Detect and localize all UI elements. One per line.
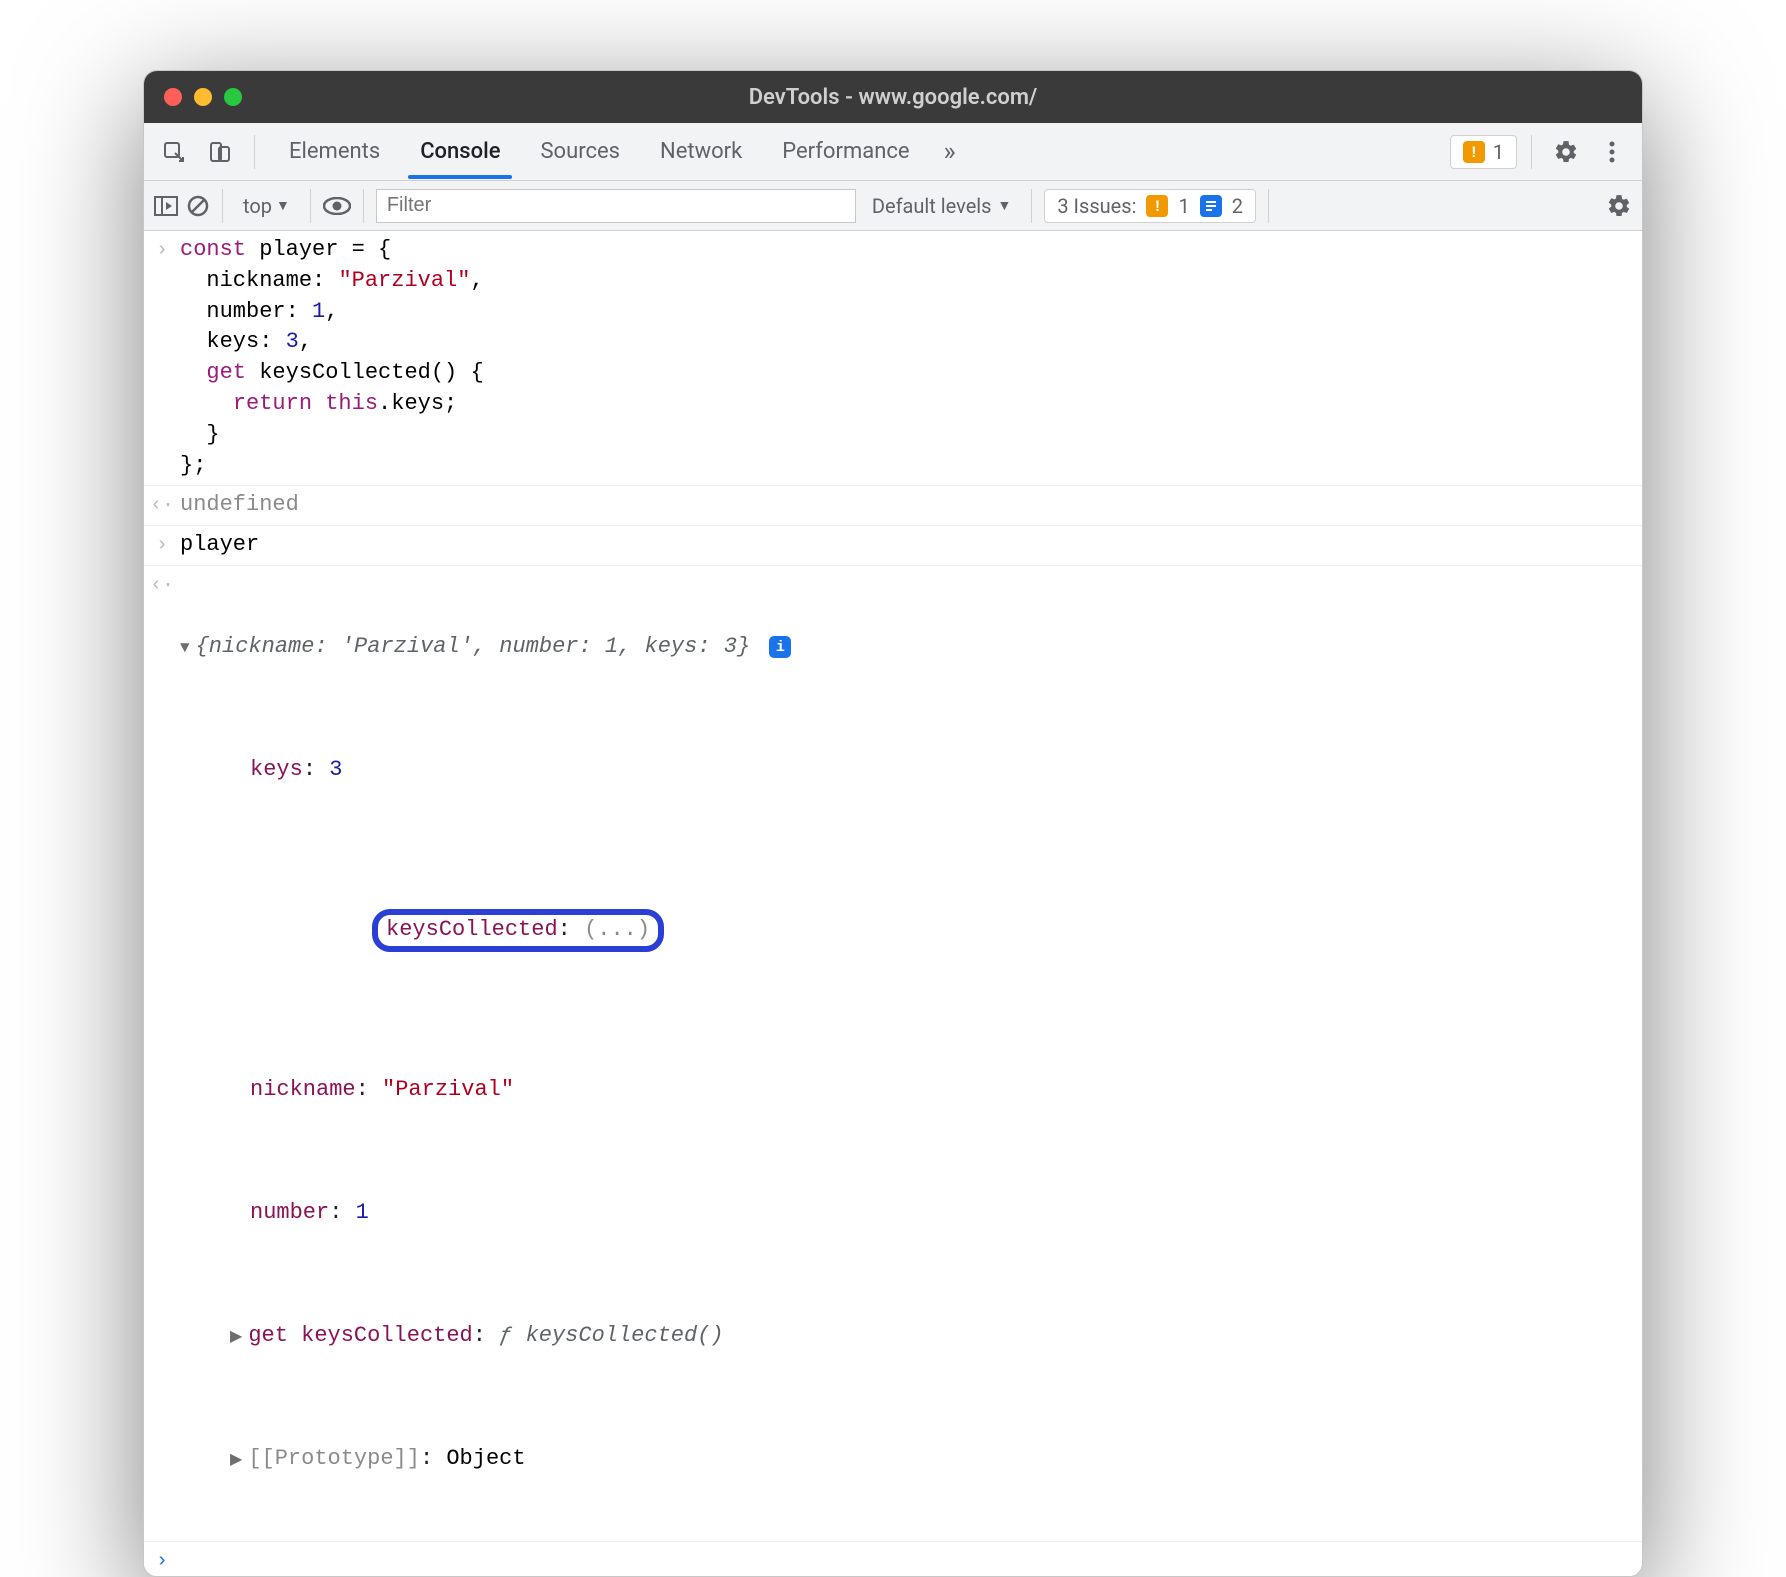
warning-icon: ! (1146, 195, 1168, 217)
divider (310, 189, 311, 223)
sidebar-toggle-icon[interactable] (154, 196, 178, 216)
code-input: player (180, 526, 1642, 565)
tab-sources[interactable]: Sources (520, 125, 640, 178)
chevron-down-icon: ▼ (998, 197, 1012, 214)
traffic-lights (164, 88, 242, 106)
live-expression-icon[interactable] (323, 197, 351, 215)
console-settings-icon[interactable] (1606, 193, 1632, 219)
issues-label: 3 Issues: (1057, 194, 1136, 218)
main-toolbar: Elements Console Sources Network Perform… (144, 123, 1642, 181)
console-input-row[interactable]: › const player = { nickname: "Parzival",… (144, 231, 1642, 486)
input-marker-icon: › (144, 526, 180, 565)
divider (1531, 135, 1532, 169)
object-getter-row[interactable]: get keysCollected: ƒ keysCollected() (180, 1321, 1632, 1352)
prompt-input[interactable] (180, 1542, 1642, 1576)
inspect-element-icon[interactable] (154, 132, 194, 172)
devtools-window: DevTools - www.google.com/ Elements Cons… (143, 70, 1643, 1577)
console-output-row: ‹· undefined (144, 486, 1642, 526)
tab-elements[interactable]: Elements (269, 125, 400, 178)
kebab-menu-icon[interactable] (1592, 132, 1632, 172)
tab-performance[interactable]: Performance (762, 125, 929, 178)
console-prompt-row[interactable]: › (144, 1542, 1642, 1576)
object-output: {nickname: 'Parzival', number: 1, keys: … (180, 566, 1642, 1541)
close-window-button[interactable] (164, 88, 182, 106)
disclosure-triangle-closed-icon[interactable] (230, 1323, 248, 1348)
levels-label: Default levels (872, 194, 992, 218)
console-input-row[interactable]: › player (144, 526, 1642, 566)
output-marker-icon: ‹· (144, 566, 180, 1541)
log-levels-selector[interactable]: Default levels ▼ (864, 194, 1020, 218)
object-property[interactable]: number: 1 (180, 1198, 1632, 1229)
context-selector[interactable]: top ▼ (235, 190, 298, 222)
maximize-window-button[interactable] (224, 88, 242, 106)
object-property-getter-highlight[interactable]: keysCollected: (...) (180, 878, 1632, 982)
minimize-window-button[interactable] (194, 88, 212, 106)
object-property[interactable]: keys: 3 (180, 755, 1632, 786)
panel-tabs: Elements Console Sources Network Perform… (269, 125, 970, 178)
console-filterbar: top ▼ Default levels ▼ 3 Issues: ! 1 2 (144, 181, 1642, 231)
more-tabs-button[interactable]: » (930, 137, 970, 167)
tab-network[interactable]: Network (640, 125, 762, 178)
window-title: DevTools - www.google.com/ (144, 85, 1642, 110)
clear-console-icon[interactable] (186, 194, 210, 218)
disclosure-triangle-closed-icon[interactable] (230, 1446, 248, 1471)
context-label: top (243, 194, 272, 218)
info-badge-icon[interactable]: i (769, 636, 791, 658)
titlebar: DevTools - www.google.com/ (144, 71, 1642, 123)
output-undefined: undefined (180, 486, 1642, 525)
settings-icon[interactable] (1546, 132, 1586, 172)
chevron-down-icon: ▼ (276, 197, 290, 214)
device-toolbar-icon[interactable] (200, 132, 240, 172)
prompt-marker-icon: › (144, 1542, 180, 1576)
warnings-badge[interactable]: ! 1 (1450, 135, 1517, 169)
issues-info-count: 2 (1232, 194, 1243, 218)
info-icon (1200, 195, 1222, 217)
divider (1031, 189, 1032, 223)
divider (363, 189, 364, 223)
console-output-row: ‹· {nickname: 'Parzival', number: 1, key… (144, 566, 1642, 1542)
divider (222, 189, 223, 223)
disclosure-triangle-open-icon[interactable] (180, 634, 196, 659)
input-marker-icon: › (144, 231, 180, 485)
code-input: const player = { nickname: "Parzival", n… (180, 231, 1642, 485)
tab-console[interactable]: Console (400, 125, 520, 178)
issues-warn-count: 1 (1178, 194, 1189, 218)
output-marker-icon: ‹· (144, 486, 180, 525)
warning-count: 1 (1493, 140, 1504, 164)
divider (254, 135, 255, 169)
issues-button[interactable]: 3 Issues: ! 1 2 (1044, 189, 1256, 223)
console-body: › const player = { nickname: "Parzival",… (144, 231, 1642, 1576)
filter-input[interactable] (376, 189, 856, 223)
object-prototype-row[interactable]: [[Prototype]]: Object (180, 1444, 1632, 1475)
object-summary-line[interactable]: {nickname: 'Parzival', number: 1, keys: … (180, 632, 1632, 663)
warning-icon: ! (1463, 141, 1485, 163)
divider (1268, 189, 1269, 223)
object-property[interactable]: nickname: "Parzival" (180, 1075, 1632, 1106)
